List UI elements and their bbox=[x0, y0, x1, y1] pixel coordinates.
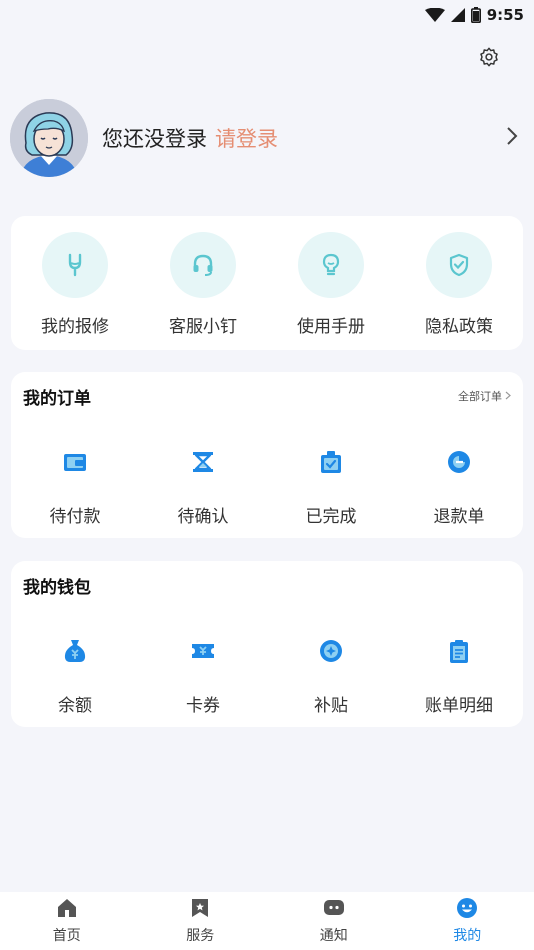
wallet-bills[interactable]: 账单明细 bbox=[395, 631, 523, 716]
wallet-label: 余额 bbox=[58, 696, 92, 716]
service-label: 客服小钉 bbox=[169, 317, 237, 337]
service-label: 我的报修 bbox=[41, 317, 109, 337]
bill-icon bbox=[439, 631, 479, 671]
orders-card: 我的订单 全部订单 待付款 待确认 已完成 退款单 bbox=[11, 372, 523, 538]
status-bar: 9:55 bbox=[0, 0, 534, 30]
shield-check-icon bbox=[426, 232, 492, 298]
gear-icon bbox=[478, 46, 500, 72]
wifi-icon bbox=[424, 8, 445, 22]
smile-icon bbox=[456, 897, 478, 923]
service-customer-support[interactable]: 客服小钉 bbox=[139, 232, 267, 337]
nav-label: 服务 bbox=[186, 928, 215, 944]
home-icon bbox=[56, 897, 78, 923]
profile-header[interactable]: 您还没登录 请登录 bbox=[10, 98, 524, 178]
chevron-right-icon[interactable] bbox=[506, 126, 518, 150]
wallet-label: 账单明细 bbox=[425, 696, 493, 716]
hourglass-icon bbox=[183, 442, 223, 482]
bookmark-icon bbox=[189, 897, 211, 923]
order-pending-payment[interactable]: 待付款 bbox=[11, 442, 139, 527]
order-label: 待确认 bbox=[177, 507, 229, 527]
settings-button[interactable] bbox=[476, 46, 502, 72]
order-label: 已完成 bbox=[305, 507, 357, 527]
message-icon bbox=[322, 897, 346, 923]
chevron-right-icon bbox=[505, 390, 511, 403]
lightbulb-icon bbox=[298, 232, 364, 298]
order-pending-confirm[interactable]: 待确认 bbox=[139, 442, 267, 527]
wallet-coupons[interactable]: 卡券 bbox=[139, 631, 267, 716]
service-label: 隐私政策 bbox=[425, 317, 493, 337]
nav-home[interactable]: 首页 bbox=[0, 892, 134, 950]
login-prompt: 您还没登录 bbox=[102, 127, 207, 151]
status-time: 9:55 bbox=[486, 6, 524, 24]
all-orders-label: 全部订单 bbox=[458, 390, 502, 403]
ticket-icon bbox=[183, 631, 223, 671]
service-manual[interactable]: 使用手册 bbox=[267, 232, 395, 337]
order-label: 待付款 bbox=[49, 507, 101, 527]
avatar[interactable] bbox=[10, 99, 88, 177]
service-repair[interactable]: 我的报修 bbox=[11, 232, 139, 337]
subsidy-icon bbox=[311, 631, 351, 671]
wallet-balance[interactable]: 余额 bbox=[11, 631, 139, 716]
order-refund[interactable]: 退款单 bbox=[395, 442, 523, 527]
wallet-subsidy[interactable]: 补贴 bbox=[267, 631, 395, 716]
all-orders-link[interactable]: 全部订单 bbox=[458, 388, 511, 404]
orders-title: 我的订单 bbox=[23, 389, 91, 409]
wrench-icon bbox=[42, 232, 108, 298]
wallet-label: 补贴 bbox=[314, 696, 348, 716]
money-bag-icon bbox=[55, 631, 95, 671]
service-privacy[interactable]: 隐私政策 bbox=[395, 232, 523, 337]
wallet-card: 我的钱包 余额 卡券 补贴 账单明细 bbox=[11, 561, 523, 727]
nav-label: 我的 bbox=[453, 928, 482, 944]
battery-icon bbox=[470, 7, 481, 23]
clipboard-check-icon bbox=[311, 442, 351, 482]
order-label: 退款单 bbox=[433, 507, 485, 527]
service-label: 使用手册 bbox=[297, 317, 365, 337]
refund-icon bbox=[439, 442, 479, 482]
nav-mine[interactable]: 我的 bbox=[401, 892, 534, 950]
wallet-label: 卡券 bbox=[186, 696, 220, 716]
login-link[interactable]: 请登录 bbox=[215, 123, 278, 153]
headset-icon bbox=[170, 232, 236, 298]
nav-label: 通知 bbox=[319, 928, 348, 944]
wallet-title: 我的钱包 bbox=[23, 578, 91, 598]
bottom-nav: 首页 服务 通知 我的 bbox=[0, 892, 534, 950]
services-card: 我的报修 客服小钉 使用手册 隐私政策 bbox=[11, 216, 523, 350]
nav-services[interactable]: 服务 bbox=[134, 892, 268, 950]
nav-label: 首页 bbox=[52, 928, 81, 944]
cell-signal-icon bbox=[450, 8, 465, 22]
nav-notifications[interactable]: 通知 bbox=[267, 892, 401, 950]
order-completed[interactable]: 已完成 bbox=[267, 442, 395, 527]
wallet-icon bbox=[55, 442, 95, 482]
